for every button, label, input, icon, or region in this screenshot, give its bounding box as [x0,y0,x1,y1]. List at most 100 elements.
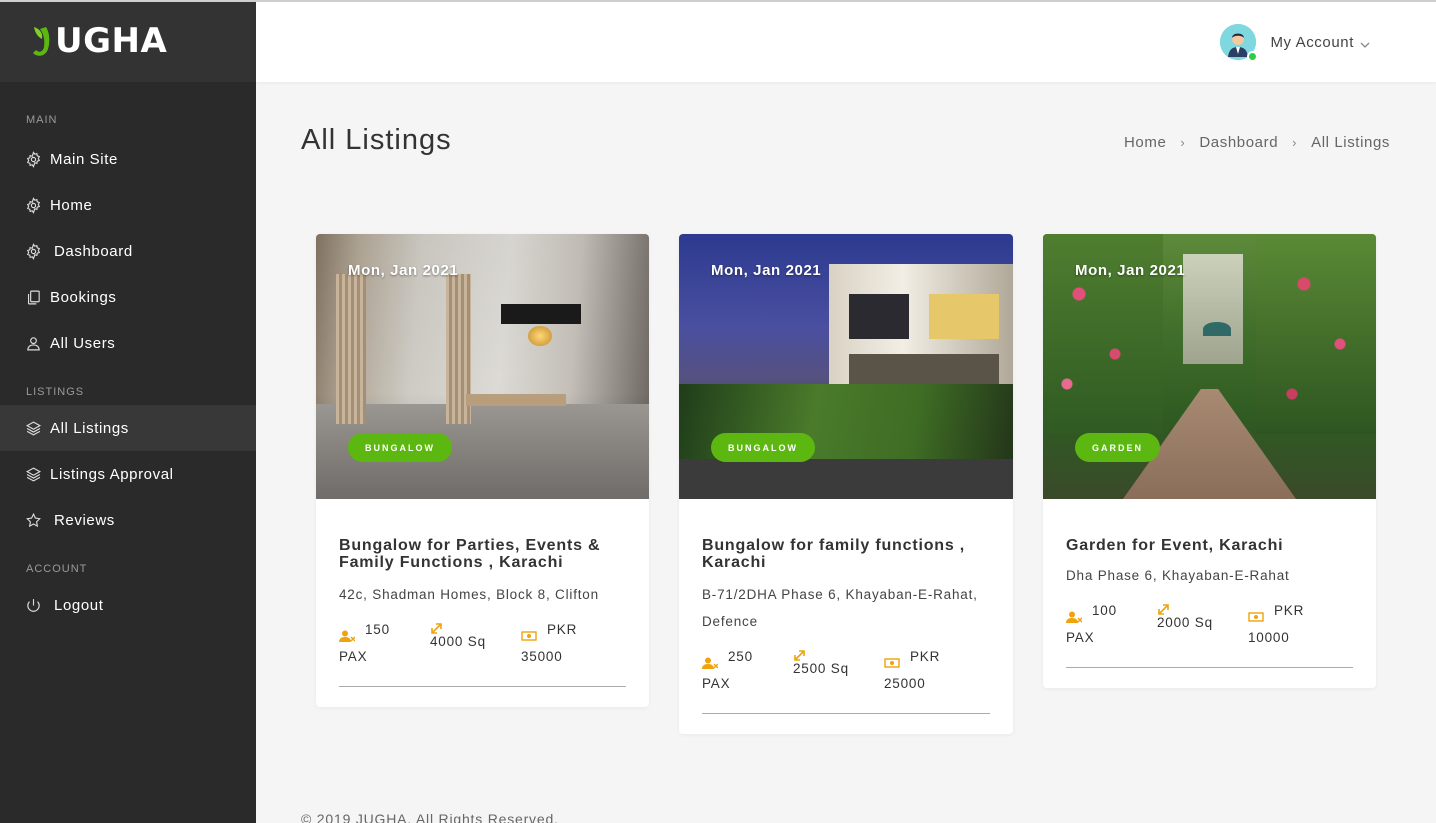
sidebar-item-label: All Users [50,334,116,352]
money-icon [521,624,537,641]
listing-image-house[interactable]: Mon, Jan 2021 BUNGALOW [679,234,1013,499]
listing-title[interactable]: Garden for Event, Karachi [1066,537,1353,554]
top-border [0,0,1436,2]
listing-date: Mon, Jan 2021 [348,262,459,279]
capacity-stat: 250 PAX [702,643,793,697]
listing-stats: 100 PAX 2000 Sq PKR 10000 [1066,597,1353,668]
listing-title[interactable]: Bungalow for family functions , Karachi [702,537,990,571]
listing-date: Mon, Jan 2021 [711,262,822,279]
power-icon [24,596,42,614]
currency-label: PKR [547,622,578,637]
breadcrumb-dashboard[interactable]: Dashboard [1199,134,1278,151]
sidebar-item-label: Bookings [50,288,117,306]
guests-icon [1066,605,1083,623]
area-value: 4000 Sq [430,634,486,649]
listing-card[interactable]: Mon, Jan 2021 GARDEN Garden for Event, K… [1043,234,1376,688]
nav-section-listings: Listings [26,386,85,398]
currency-label: PKR [1274,603,1305,618]
user-avatar-icon [1220,24,1259,62]
nav-section-main: Main [26,114,58,126]
price-stat: PKR 35000 [521,616,612,670]
nav-section-account: Account [26,563,88,575]
capacity-value: 150 [365,622,390,637]
page-title: All Listings [301,124,452,156]
logo-text: UGHA [55,21,168,61]
capacity-unit: PAX [1066,630,1095,645]
logo-area: UGHA [0,0,256,82]
listing-stats: 150 PAX 4000 Sq PKR 35000 [339,616,626,687]
guests-icon [339,624,356,642]
guests-icon [702,651,719,669]
area-value: 2500 Sq [793,661,849,676]
gear-icon [24,150,42,168]
sidebar-item-listings-approval[interactable]: Listings Approval [0,451,256,497]
sidebar-item-reviews[interactable]: Reviews [0,497,256,543]
sidebar-item-label: Reviews [54,511,115,529]
listing-stats: 250 PAX 2500 Sq PKR 25000 [702,643,990,714]
chevron-right-icon: › [1292,135,1298,150]
sidebar-item-all-users[interactable]: All Users [0,320,256,366]
listing-card[interactable]: Mon, Jan 2021 BUNGALOW Bungalow for fami… [679,234,1013,734]
layers-icon [24,465,42,483]
footer-copyright: © 2019 JUGHA. All Rights Reserved. [301,811,559,823]
sidebar-item-home[interactable]: Home [0,182,256,228]
listing-date: Mon, Jan 2021 [1075,262,1186,279]
listing-image-interior[interactable]: Mon, Jan 2021 BUNGALOW [316,234,649,499]
gear-icon [24,242,42,260]
user-icon [24,334,42,352]
logo-leaf-j-icon [30,23,54,59]
sidebar-item-label: Dashboard [54,242,133,260]
listing-category-badge[interactable]: BUNGALOW [711,433,815,462]
chevron-down-icon [1360,37,1370,48]
sidebar-item-label: Listings Approval [50,465,174,483]
listing-image-garden[interactable]: Mon, Jan 2021 GARDEN [1043,234,1376,499]
capacity-stat: 100 PAX [1066,597,1157,651]
listing-category-badge[interactable]: GARDEN [1075,433,1161,462]
breadcrumb: Home › Dashboard › All Listings [1124,134,1390,151]
sidebar-item-bookings[interactable]: Bookings [0,274,256,320]
layers-icon [24,419,42,437]
sidebar-item-label: All Listings [50,419,129,437]
online-status-dot [1247,51,1259,62]
capacity-value: 100 [1092,603,1117,618]
sidebar-item-dashboard[interactable]: Dashboard [0,228,256,274]
area-stat: 4000 Sq [430,616,521,670]
price-value: 35000 [521,649,563,664]
sidebar: UGHA Main Main Site Home Dashboard Booki… [0,0,256,823]
listing-title[interactable]: Bungalow for Parties, Events & Family Fu… [339,537,626,571]
capacity-stat: 150 PAX [339,616,430,670]
listing-address: 42c, Shadman Homes, Block 8, Clifton [339,587,599,602]
copy-icon [24,288,42,306]
capacity-value: 250 [728,649,753,664]
listing-address: B-71/2DHA Phase 6, Khayaban-E-Rahat, Def… [702,587,978,629]
gear-icon [24,196,42,214]
listing-category-badge[interactable]: BUNGALOW [348,433,452,462]
area-stat: 2500 Sq [793,643,884,697]
listing-card[interactable]: Mon, Jan 2021 BUNGALOW Bungalow for Part… [316,234,649,707]
breadcrumb-home[interactable]: Home [1124,134,1166,151]
expand-icon [430,616,446,634]
expand-icon [793,643,809,661]
price-stat: PKR 25000 [884,643,975,697]
sidebar-item-main-site[interactable]: Main Site [0,136,256,182]
expand-icon [1157,597,1173,615]
sidebar-item-label: Main Site [50,150,118,168]
money-icon [884,651,900,668]
account-menu[interactable]: My Account [1220,24,1370,62]
breadcrumb-current: All Listings [1311,134,1390,151]
area-stat: 2000 Sq [1157,597,1248,651]
top-header: My Account [256,2,1436,82]
chevron-right-icon: › [1180,135,1186,150]
brand-logo[interactable]: UGHA [30,23,167,59]
star-icon [24,511,42,529]
sidebar-item-label: Logout [54,596,104,614]
sidebar-item-label: Home [50,196,93,214]
capacity-unit: PAX [702,676,731,691]
price-stat: PKR 10000 [1248,597,1339,651]
money-icon [1248,605,1264,622]
price-value: 10000 [1248,630,1290,645]
listing-address: Dha Phase 6, Khayaban-E-Rahat [1066,568,1290,583]
capacity-unit: PAX [339,649,368,664]
sidebar-item-logout[interactable]: Logout [0,582,256,628]
sidebar-item-all-listings[interactable]: All Listings [0,405,256,451]
